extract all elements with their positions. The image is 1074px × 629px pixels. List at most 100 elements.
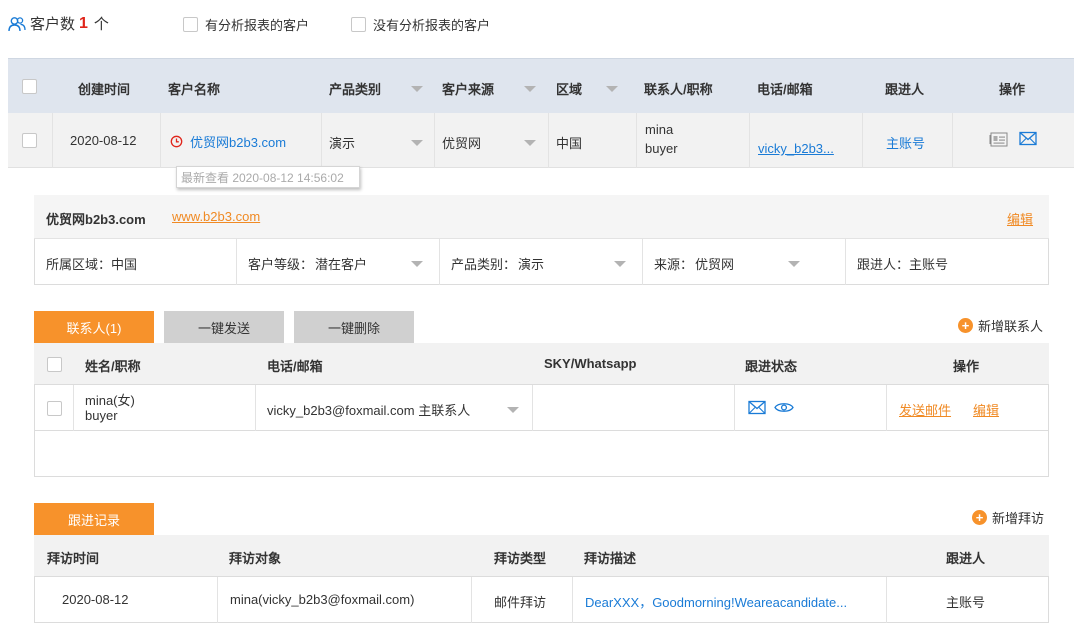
visits-header-type: 拜访类型 <box>494 551 547 566</box>
contact-row-checkbox[interactable] <box>47 401 62 416</box>
contact-email-select[interactable]: vicky_b2b3@foxmail.com 主联系人 <box>267 400 519 419</box>
delete-all-button[interactable]: 一键删除 <box>294 311 414 343</box>
send-all-label: 一键发送 <box>197 320 250 336</box>
detail-region: 所属区域：中国 <box>46 257 138 272</box>
chevron-down-icon <box>614 260 626 267</box>
contact-name: mina(女) <box>85 393 135 408</box>
row-name-link[interactable]: 优贸网b2b3.com <box>170 132 286 151</box>
header-phone: 电话/邮箱 <box>757 82 813 97</box>
detail-website-link[interactable]: www.b2b3.com <box>172 209 260 224</box>
count-label: 客户数 <box>30 16 76 33</box>
customer-detail-header: 优贸网b2b3.com www.b2b3.com 编辑 <box>34 195 1049 239</box>
add-contact-label: 新增联系人 <box>978 319 1044 334</box>
plus-icon: + <box>972 510 987 525</box>
visit-target: mina(vicky_b2b3@foxmail.com) <box>230 592 415 607</box>
eye-icon[interactable] <box>774 401 794 414</box>
row-category-select[interactable]: 演示 <box>329 133 423 152</box>
detail-source-value: 优贸网 <box>695 257 735 272</box>
contacts-header-phone: 电话/邮箱 <box>267 359 323 374</box>
row-name[interactable]: 优贸网b2b3.com <box>190 132 286 151</box>
contacts-table-header: 姓名/职称 电话/邮箱 SKY/Whatsapp 跟进状态 操作 <box>34 343 1049 385</box>
detail-level-select[interactable]: 客户等级： 潜在客户 <box>248 254 423 273</box>
header-source: 客户来源 <box>442 82 495 97</box>
detail-company: 优贸网b2b3.com <box>46 212 146 227</box>
contacts-header-sky: SKY/Whatsapp <box>544 356 637 371</box>
users-icon <box>8 16 26 31</box>
filter-has-report-label: 有分析报表的客户 <box>205 18 310 33</box>
contacts-header-status: 跟进状态 <box>745 359 798 374</box>
filter-has-report-checkbox[interactable] <box>183 17 198 32</box>
last-viewed-tooltip: 最新查看 2020-08-12 14:56:02 <box>176 166 360 188</box>
filter-has-report[interactable]: 有分析报表的客户 <box>183 15 309 34</box>
header-region-filter[interactable]: 区域 <box>556 79 618 98</box>
detail-level-label: 客户等级： <box>248 257 314 272</box>
row-created: 2020-08-12 <box>70 133 137 148</box>
customer-row: 2020-08-12 优贸网b2b3.com 演示 优贸网 中国 mina bu… <box>8 113 1074 168</box>
detail-follower: 跟进人：主账号 <box>857 257 949 272</box>
row-category: 演示 <box>329 136 356 151</box>
add-visit-button[interactable]: + 新增拜访 <box>972 508 1044 527</box>
row-email-link[interactable]: vicky_b2b3... <box>758 141 834 156</box>
contacts-header-action: 操作 <box>953 359 980 374</box>
clock-icon <box>170 135 183 148</box>
filter-no-report[interactable]: 没有分析报表的客户 <box>351 15 490 34</box>
detail-source-select[interactable]: 来源： 优贸网 <box>654 254 800 273</box>
header-action: 操作 <box>999 82 1026 97</box>
visit-row: 2020-08-12 mina(vicky_b2b3@foxmail.com) … <box>34 577 1049 623</box>
chevron-down-icon <box>411 139 423 146</box>
row-contact-title: buyer <box>645 141 678 156</box>
tab-visits-label: 跟进记录 <box>67 512 120 528</box>
tab-contacts[interactable]: 联系人(1) <box>34 311 154 343</box>
visit-type: 邮件拜访 <box>494 595 547 610</box>
visits-header-desc: 拜访描述 <box>584 551 637 566</box>
visit-follower: 主账号 <box>946 595 986 610</box>
mail-icon[interactable] <box>748 400 766 415</box>
row-source: 优贸网 <box>442 136 482 151</box>
detail-source-label: 来源： <box>654 257 694 272</box>
detail-category-label: 产品类别： <box>451 257 517 272</box>
add-contact-button[interactable]: + 新增联系人 <box>958 316 1043 335</box>
contacts-header-name: 姓名/职称 <box>85 359 141 374</box>
customer-table-header: 创建时间 客户名称 产品类别 客户来源 区域 联系人/职称 电话/邮箱 跟进人 … <box>8 58 1074 113</box>
contacts-select-all-checkbox[interactable] <box>47 357 62 372</box>
detail-category-value: 演示 <box>518 257 545 272</box>
top-bar: 客户数 1 个 有分析报表的客户 没有分析报表的客户 <box>0 0 1074 46</box>
visits-header-target: 拜访对象 <box>229 551 282 566</box>
send-mail-link[interactable]: 发送邮件 <box>899 400 951 419</box>
row-source-select[interactable]: 优贸网 <box>442 133 536 152</box>
header-category-filter[interactable]: 产品类别 <box>329 79 423 98</box>
tooltip-text: 最新查看 2020-08-12 14:56:02 <box>181 170 344 185</box>
filter-no-report-checkbox[interactable] <box>351 17 366 32</box>
header-region: 区域 <box>556 82 583 97</box>
row-checkbox[interactable] <box>22 133 37 148</box>
contact-card-icon[interactable] <box>989 131 1009 148</box>
header-name: 客户名称 <box>168 82 221 97</box>
select-all-checkbox[interactable] <box>22 79 37 94</box>
visit-desc-link[interactable]: DearXXX，Goodmorning!Weareacandidate... <box>585 592 847 611</box>
header-source-filter[interactable]: 客户来源 <box>442 79 536 98</box>
contact-row: mina(女) buyer vicky_b2b3@foxmail.com 主联系… <box>34 385 1049 431</box>
chevron-down-icon <box>606 85 618 92</box>
row-follower-link[interactable]: 主账号 <box>886 133 925 152</box>
header-created: 创建时间 <box>78 82 131 97</box>
delete-all-label: 一键删除 <box>327 320 380 336</box>
visit-time: 2020-08-12 <box>62 592 129 607</box>
contact-email: vicky_b2b3@foxmail.com 主联系人 <box>267 403 471 418</box>
tab-contacts-label: 联系人(1) <box>66 320 122 336</box>
visits-header-follower: 跟进人 <box>946 551 986 566</box>
contact-title: buyer <box>85 408 118 423</box>
send-all-button[interactable]: 一键发送 <box>164 311 284 343</box>
chevron-down-icon <box>524 139 536 146</box>
row-contact-name: mina <box>645 122 674 137</box>
detail-fields-row: 所属区域：中国 客户等级： 潜在客户 产品类别： 演示 来源： 优贸网 跟进人：… <box>34 239 1049 285</box>
visits-table-header: 拜访时间 拜访对象 拜访类型 拜访描述 跟进人 <box>34 535 1049 577</box>
detail-category-select[interactable]: 产品类别： 演示 <box>451 254 626 273</box>
contact-edit-link[interactable]: 编辑 <box>973 400 999 419</box>
tab-visits[interactable]: 跟进记录 <box>34 503 154 535</box>
count-value: 1 <box>79 14 88 32</box>
row-region: 中国 <box>556 136 583 151</box>
detail-edit-link[interactable]: 编辑 <box>1007 209 1033 228</box>
mail-icon[interactable] <box>1019 131 1037 146</box>
chevron-down-icon <box>524 85 536 92</box>
plus-icon: + <box>958 318 973 333</box>
